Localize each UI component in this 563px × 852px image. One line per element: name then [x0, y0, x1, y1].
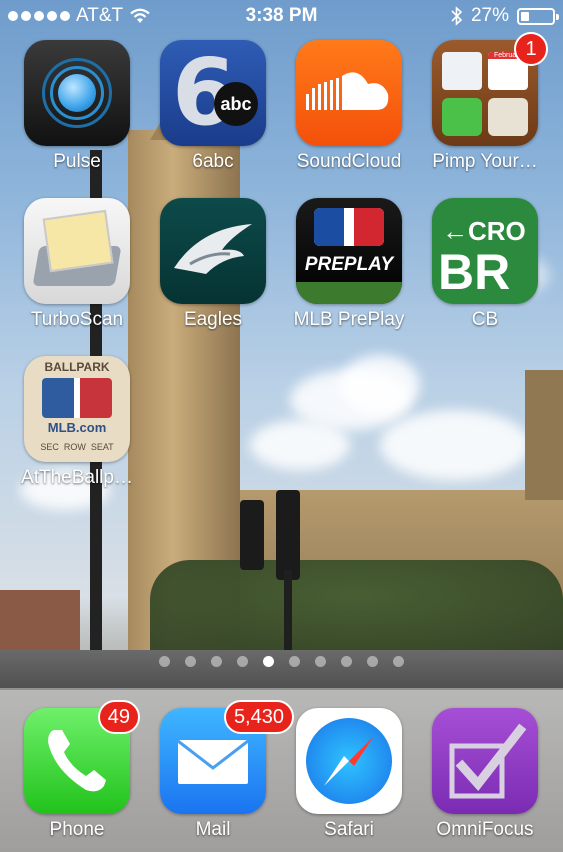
app-label: Safari	[324, 819, 374, 840]
6abc-icon[interactable]: 6 abc	[160, 40, 266, 146]
mlb-com-text: MLB.com	[47, 420, 107, 435]
safari-icon[interactable]	[296, 708, 402, 814]
app-label: MLB PrePlay	[293, 309, 405, 330]
omnifocus-icon[interactable]	[432, 708, 538, 814]
app-mlb-preplay[interactable]: PREPLAY MLB PrePlay	[281, 198, 417, 331]
page-dot[interactable]	[211, 656, 222, 667]
page-dot[interactable]	[341, 656, 352, 667]
status-bar: AT&T 3:38 PM 27%	[0, 0, 563, 34]
app-6abc[interactable]: 6 abc 6abc	[145, 40, 281, 173]
battery-percentage: 27%	[470, 5, 509, 26]
street-sign-text-large: BR	[438, 244, 511, 300]
pulse-icon[interactable]	[24, 40, 130, 146]
turboscan-icon[interactable]	[24, 198, 130, 304]
page-indicator[interactable]	[0, 656, 563, 667]
page-dot[interactable]	[289, 656, 300, 667]
preplay-wordmark: PREPLAY	[304, 254, 394, 275]
app-label: Pimp Your…	[432, 151, 538, 172]
app-label: Phone	[49, 819, 105, 840]
page-dot[interactable]	[185, 656, 196, 667]
page-dot[interactable]	[263, 656, 274, 667]
battery-icon	[517, 7, 559, 25]
app-at-the-ballpark[interactable]: BALLPARK MLB.com SEC ROW SEAT AtTheBallp…	[9, 356, 145, 489]
soundcloud-icon[interactable]	[296, 40, 402, 146]
mlb-preplay-icon[interactable]: PREPLAY	[296, 198, 402, 304]
app-soundcloud[interactable]: SoundCloud	[281, 40, 417, 173]
app-label: Pulse	[53, 151, 101, 172]
notification-badge: 5,430	[223, 700, 294, 734]
app-label: AtTheBallp…	[21, 467, 133, 488]
page-dot[interactable]	[159, 656, 170, 667]
ballpark-heading: BALLPARK	[44, 360, 110, 374]
app-label: OmniFocus	[436, 819, 534, 840]
app-label: Mail	[195, 819, 231, 840]
app-label: CB	[471, 309, 499, 330]
dock-app-omnifocus[interactable]: OmniFocus	[417, 708, 553, 841]
cb-icon[interactable]: ←CRO BR	[432, 198, 538, 304]
app-label: 6abc	[192, 151, 234, 172]
app-label: Eagles	[183, 309, 243, 330]
dock-app-mail[interactable]: 5,430 Mail	[145, 700, 294, 841]
app-eagles[interactable]: Eagles	[145, 198, 281, 331]
bluetooth-icon	[451, 6, 463, 26]
page-dot[interactable]	[237, 656, 248, 667]
notification-badge: 1	[514, 32, 548, 66]
app-label: SoundCloud	[296, 151, 402, 172]
ticket-fields: SEC ROW SEAT	[40, 442, 114, 452]
dock-app-phone[interactable]: 49 Phone	[9, 700, 145, 841]
at-the-ballpark-icon[interactable]: BALLPARK MLB.com SEC ROW SEAT	[24, 356, 130, 462]
street-sign-text: ←CRO	[442, 216, 526, 246]
dock-app-safari[interactable]: Safari	[281, 708, 417, 841]
app-turboscan[interactable]: TurboScan	[9, 198, 145, 331]
app-label: TurboScan	[30, 309, 124, 330]
page-dot[interactable]	[315, 656, 326, 667]
app-pulse[interactable]: Pulse	[9, 40, 145, 173]
app-pimp-your-screen[interactable]: February 1 Pimp Your…	[417, 32, 553, 173]
notification-badge: 49	[97, 700, 140, 734]
page-dot[interactable]	[393, 656, 404, 667]
page-dot[interactable]	[367, 656, 378, 667]
app-cb[interactable]: ←CRO BR CB	[417, 198, 553, 331]
eagles-icon[interactable]	[160, 198, 266, 304]
abc-logo: abc	[214, 82, 258, 126]
